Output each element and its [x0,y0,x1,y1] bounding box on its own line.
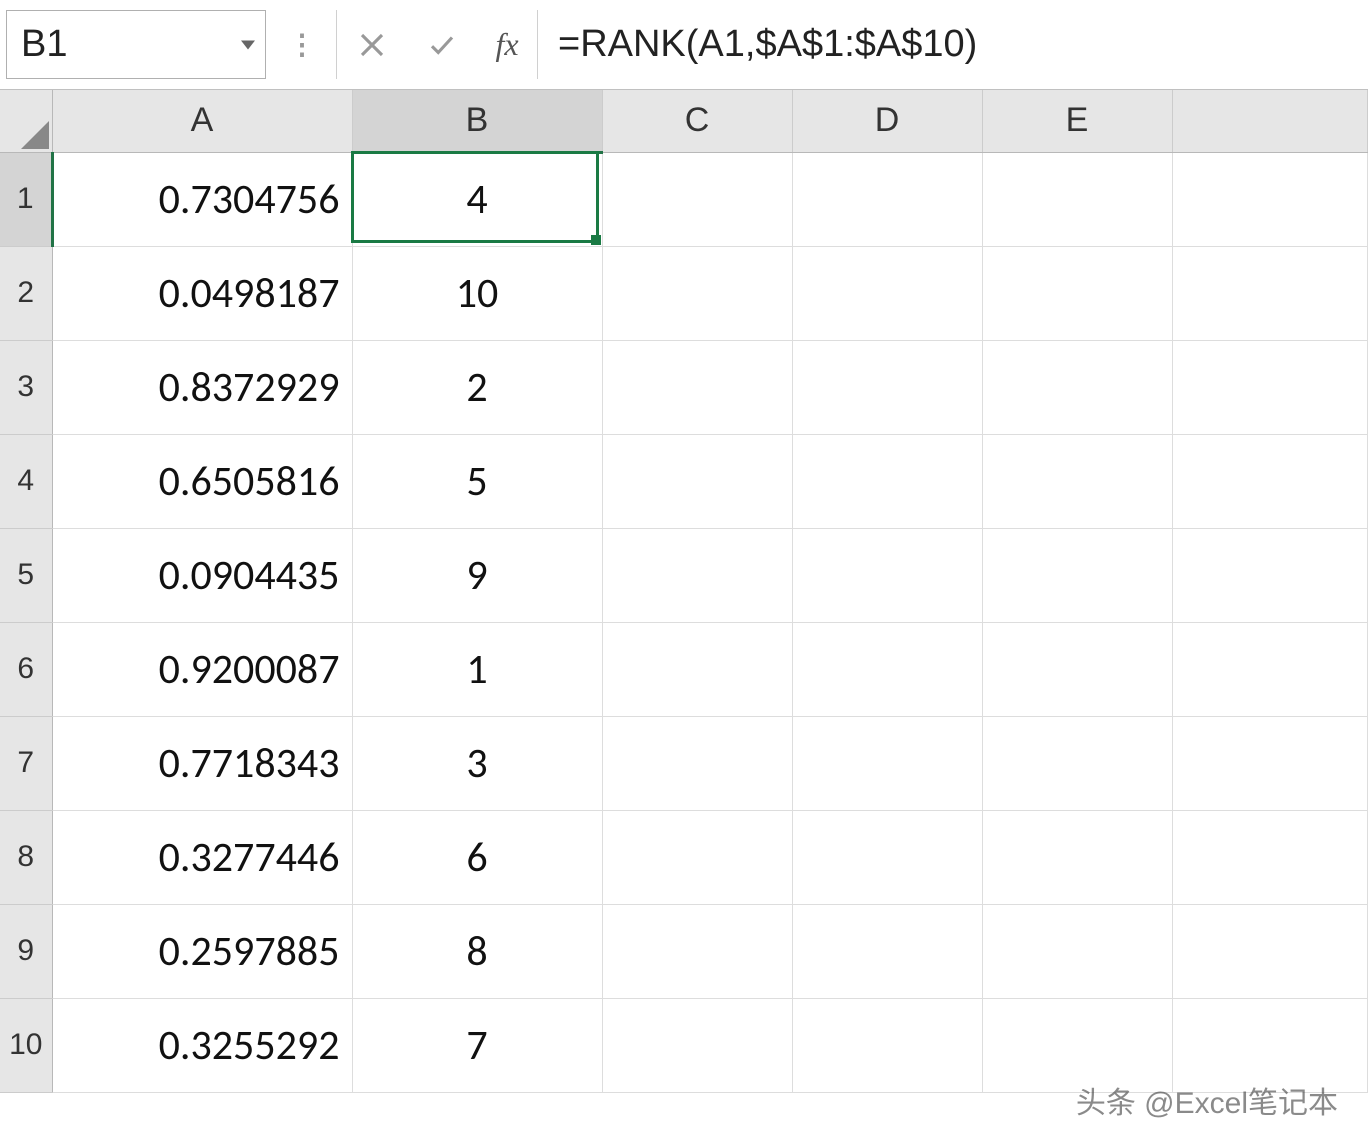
cell-D1[interactable] [792,152,982,246]
cell-D8[interactable] [792,810,982,904]
row-header-9[interactable]: 9 [0,904,52,998]
cell-A10[interactable]: 0.3255292 [52,998,352,1092]
cell-pad[interactable] [1172,246,1368,340]
cell-E9[interactable] [982,904,1172,998]
cell-C1[interactable] [602,152,792,246]
cell-E7[interactable] [982,716,1172,810]
cell-A7[interactable]: 0.7718343 [52,716,352,810]
cell-B3[interactable]: 2 [352,340,602,434]
name-box-dropdown-icon[interactable] [241,40,255,49]
cell-B4[interactable]: 5 [352,434,602,528]
close-icon [357,30,387,60]
column-header-d[interactable]: D [792,90,982,152]
cell-pad[interactable] [1172,904,1368,998]
column-header-pad [1172,90,1368,152]
cell-D9[interactable] [792,904,982,998]
cell-E5[interactable] [982,528,1172,622]
cell-C7[interactable] [602,716,792,810]
row-header-1[interactable]: 1 [0,152,52,246]
cell-B1[interactable]: 4 [352,152,602,246]
cell-A1[interactable]: 0.7304756 [52,152,352,246]
cell-B2[interactable]: 10 [352,246,602,340]
cell-pad[interactable] [1172,716,1368,810]
cell-D3[interactable] [792,340,982,434]
row-header-5[interactable]: 5 [0,528,52,622]
fx-button[interactable]: fx [477,0,537,89]
cell-D5[interactable] [792,528,982,622]
more-options-icon[interactable]: ⋮ [266,0,336,89]
cell-B5[interactable]: 9 [352,528,602,622]
cell-D4[interactable] [792,434,982,528]
cell-pad[interactable] [1172,622,1368,716]
cell-A9[interactable]: 0.2597885 [52,904,352,998]
row-header-3[interactable]: 3 [0,340,52,434]
cell-A4[interactable]: 0.6505816 [52,434,352,528]
cell-D10[interactable] [792,998,982,1092]
formula-input[interactable]: =RANK(A1,$A$1:$A$10) [537,10,1368,79]
cell-E8[interactable] [982,810,1172,904]
cell-B10[interactable]: 7 [352,998,602,1092]
cell-D7[interactable] [792,716,982,810]
cell-C2[interactable] [602,246,792,340]
column-header-c[interactable]: C [602,90,792,152]
cell-E4[interactable] [982,434,1172,528]
row-header-8[interactable]: 8 [0,810,52,904]
cell-pad[interactable] [1172,340,1368,434]
cell-pad[interactable] [1172,152,1368,246]
cell-D6[interactable] [792,622,982,716]
cell-A2[interactable]: 0.0498187 [52,246,352,340]
cell-E2[interactable] [982,246,1172,340]
cell-C9[interactable] [602,904,792,998]
cell-pad[interactable] [1172,528,1368,622]
cell-reference: B1 [21,23,67,66]
row-header-2[interactable]: 2 [0,246,52,340]
cell-E3[interactable] [982,340,1172,434]
cell-A5[interactable]: 0.0904435 [52,528,352,622]
cell-B9[interactable]: 8 [352,904,602,998]
cell-E6[interactable] [982,622,1172,716]
cell-A6[interactable]: 0.9200087 [52,622,352,716]
check-icon [427,30,457,60]
cell-C6[interactable] [602,622,792,716]
cell-C5[interactable] [602,528,792,622]
select-all-corner[interactable] [0,90,52,152]
row-header-10[interactable]: 10 [0,998,52,1092]
fx-label: fx [495,26,518,63]
cell-C10[interactable] [602,998,792,1092]
cell-B6[interactable]: 1 [352,622,602,716]
cell-C3[interactable] [602,340,792,434]
column-header-e[interactable]: E [982,90,1172,152]
formula-bar: B1 ⋮ fx =RANK(A1,$A$1:$A$10) [0,0,1368,90]
enter-button[interactable] [407,0,477,89]
column-header-b[interactable]: B [352,90,602,152]
row-header-4[interactable]: 4 [0,434,52,528]
watermark-text: 头条 @Excel笔记本 [1076,1078,1338,1122]
cell-C4[interactable] [602,434,792,528]
spreadsheet-grid: A B C D E 10.7304756420.04981871030.8372… [0,90,1368,1093]
formula-text: =RANK(A1,$A$1:$A$10) [558,23,977,66]
cell-pad[interactable] [1172,434,1368,528]
cell-E1[interactable] [982,152,1172,246]
cell-D2[interactable] [792,246,982,340]
cell-B7[interactable]: 3 [352,716,602,810]
cell-C8[interactable] [602,810,792,904]
cell-A3[interactable]: 0.8372929 [52,340,352,434]
cell-A8[interactable]: 0.3277446 [52,810,352,904]
column-header-a[interactable]: A [52,90,352,152]
row-header-7[interactable]: 7 [0,716,52,810]
row-header-6[interactable]: 6 [0,622,52,716]
cell-pad[interactable] [1172,810,1368,904]
cell-B8[interactable]: 6 [352,810,602,904]
cancel-button[interactable] [337,0,407,89]
name-box[interactable]: B1 [6,10,266,79]
